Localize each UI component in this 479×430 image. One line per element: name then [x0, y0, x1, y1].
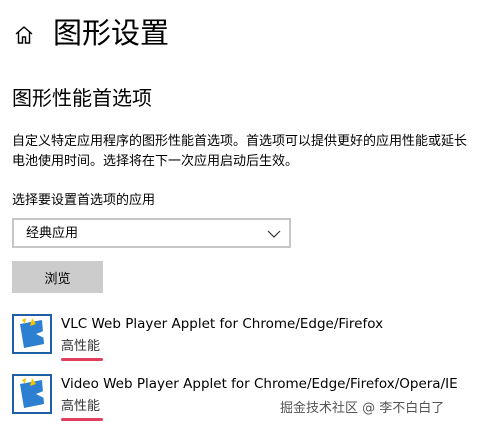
- app-type-dropdown-value: 经典应用: [26, 226, 79, 241]
- section-description: 自定义特定应用程序的图形性能首选项。首选项可以提供更好的应用性能或延长电池使用时…: [12, 134, 468, 169]
- app-icon: [12, 374, 52, 414]
- app-list-item[interactable]: VLC Web Player Applet for Chrome/Edge/Fi…: [12, 311, 472, 361]
- app-preference: 高性能: [61, 339, 101, 354]
- page-title: 图形设置: [53, 16, 170, 50]
- watermark: 掘金技术社区 @ 李不白白了: [280, 401, 445, 416]
- home-icon: [15, 26, 33, 44]
- app-select-label: 选择要设置首选项的应用: [12, 193, 156, 208]
- app-name: Video Web Player Applet for Chrome/Edge/…: [61, 376, 458, 392]
- home-button[interactable]: [12, 23, 36, 47]
- highlight-underline: [61, 418, 103, 421]
- app-name: VLC Web Player Applet for Chrome/Edge/Fi…: [61, 316, 384, 332]
- highlight-underline: [61, 358, 103, 361]
- browse-button-label: 浏览: [44, 271, 71, 287]
- app-icon: [12, 314, 52, 354]
- app-type-dropdown[interactable]: 经典应用: [12, 218, 291, 248]
- chevron-down-icon: [267, 230, 281, 238]
- section-title: 图形性能首选项: [12, 86, 152, 110]
- app-preference: 高性能: [61, 399, 101, 414]
- browse-button[interactable]: 浏览: [12, 261, 103, 293]
